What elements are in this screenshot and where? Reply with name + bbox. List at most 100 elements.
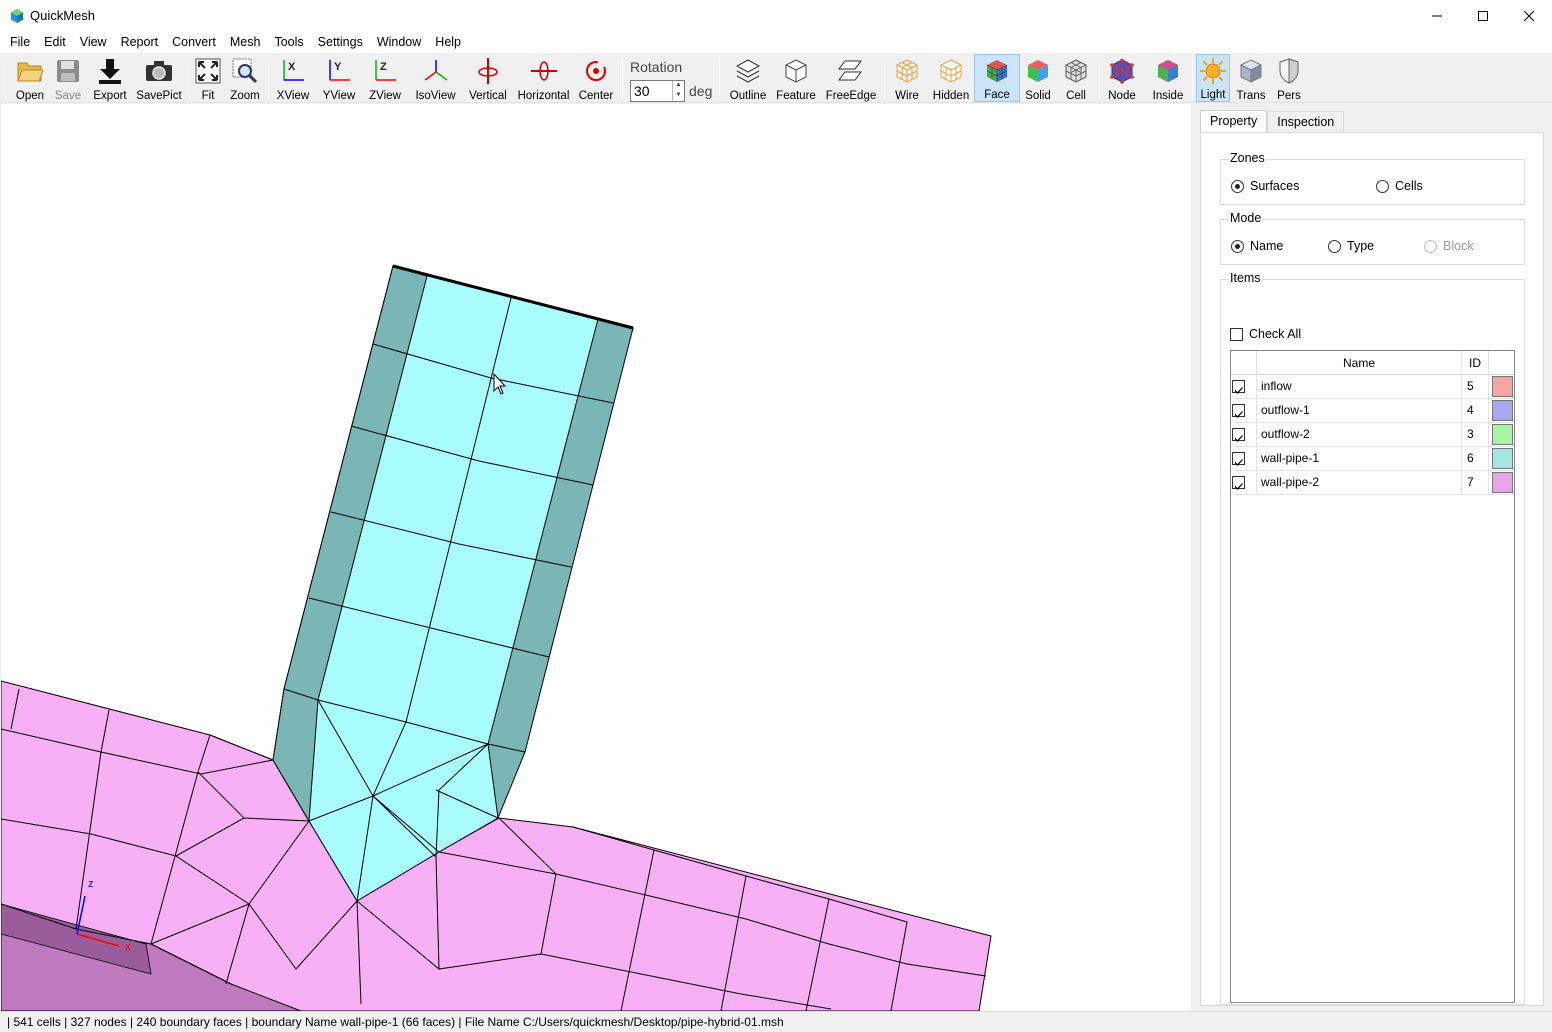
hidden-line-cube-icon — [940, 59, 962, 83]
row-color-swatch[interactable] — [1492, 400, 1513, 421]
yview-button[interactable]: Y YView — [320, 54, 358, 102]
status-bar: | 541 cells | 327 nodes | 240 boundary f… — [0, 1011, 1552, 1032]
check-all-checkbox[interactable]: Check All — [1230, 327, 1301, 341]
toolbar-separator — [1099, 57, 1100, 99]
svg-text:X: X — [288, 61, 296, 73]
table-row[interactable]: wall-pipe-1 6 — [1231, 447, 1514, 471]
hidden-button[interactable]: Hidden — [930, 54, 972, 102]
outline-button[interactable]: Outline — [726, 54, 770, 102]
save-button[interactable]: Save — [51, 54, 85, 102]
rotation-unit: deg — [689, 83, 713, 99]
maximize-button[interactable] — [1460, 0, 1506, 31]
row-name: outflow-1 — [1257, 399, 1462, 422]
toolbar-separator — [719, 57, 720, 99]
items-title: Items — [1229, 271, 1262, 285]
fit-screen-icon — [195, 58, 221, 84]
cell-grid-icon — [1065, 59, 1087, 83]
pers-button[interactable]: Pers — [1272, 54, 1306, 102]
save-label: Save — [54, 90, 82, 102]
vertical-rotate-button[interactable]: Vertical — [466, 54, 510, 102]
minimize-button[interactable] — [1414, 0, 1460, 31]
zones-group: Zones Surfaces Cells — [1220, 151, 1525, 205]
row-checkbox-checked[interactable] — [1232, 404, 1245, 418]
minimize-icon — [1432, 15, 1442, 16]
row-checkbox-checked[interactable] — [1232, 428, 1245, 442]
mode-name-radio[interactable]: Name — [1231, 239, 1283, 253]
table-row[interactable]: outflow-1 4 — [1231, 399, 1514, 423]
close-icon — [1524, 10, 1534, 21]
header-id[interactable]: ID — [1462, 351, 1489, 375]
close-button[interactable] — [1506, 0, 1552, 31]
wire-button[interactable]: Wire — [889, 54, 925, 102]
feature-button[interactable]: Feature — [774, 54, 818, 102]
save-disk-icon — [57, 60, 79, 82]
xview-button[interactable]: X XView — [274, 54, 312, 102]
row-name: wall-pipe-1 — [1257, 447, 1462, 470]
checkmark-icon — [1234, 483, 1243, 490]
spin-down-icon[interactable]: ▼ — [673, 91, 684, 101]
trans-label: Trans — [1236, 90, 1266, 102]
zview-button[interactable]: Z ZView — [366, 54, 404, 102]
row-color-swatch[interactable] — [1492, 376, 1513, 397]
tab-property[interactable]: Property — [1200, 110, 1268, 134]
menu-window[interactable]: Window — [370, 32, 428, 52]
trans-button[interactable]: Trans — [1234, 54, 1268, 102]
face-button[interactable]: Face — [974, 54, 1020, 102]
menu-convert[interactable]: Convert — [165, 32, 223, 52]
row-color-swatch[interactable] — [1492, 424, 1513, 445]
toolbar-separator — [884, 57, 885, 99]
rotation-spinner[interactable]: ▲ ▼ — [672, 81, 684, 101]
surfaces-radio[interactable]: Surfaces — [1231, 179, 1299, 193]
yview-label: YView — [322, 90, 356, 102]
row-color-swatch[interactable] — [1492, 472, 1513, 493]
mode-type-radio[interactable]: Type — [1328, 239, 1374, 253]
menu-edit[interactable]: Edit — [37, 32, 73, 52]
menu-file[interactable]: File — [3, 32, 37, 52]
transparent-cube-icon — [1239, 59, 1263, 83]
fit-label: Fit — [201, 90, 215, 102]
isoview-button[interactable]: IsoView — [413, 54, 458, 102]
menu-mesh[interactable]: Mesh — [223, 32, 268, 52]
tab-inspection[interactable]: Inspection — [1267, 111, 1345, 133]
face-label: Face — [984, 89, 1010, 101]
table-row[interactable]: outflow-2 3 — [1231, 423, 1514, 447]
node-button[interactable]: Node — [1104, 54, 1140, 102]
menu-tools[interactable]: Tools — [267, 32, 310, 52]
rotation-angle-input[interactable]: 30 ▲ ▼ — [630, 80, 685, 102]
items-table-header: Name ID — [1231, 351, 1514, 375]
row-color-swatch[interactable] — [1492, 448, 1513, 469]
mesh-viewport[interactable]: z x — [1, 104, 1191, 1011]
row-checkbox-checked[interactable] — [1232, 476, 1245, 490]
table-row[interactable]: inflow 5 — [1231, 375, 1514, 399]
menu-report[interactable]: Report — [114, 32, 166, 52]
center-button[interactable]: Center — [576, 54, 616, 102]
open-button[interactable]: Open — [12, 54, 48, 102]
toolbar-separator — [268, 57, 269, 99]
fit-button[interactable]: Fit — [194, 54, 222, 102]
savepict-button[interactable]: SavePict — [135, 54, 183, 102]
cell-button[interactable]: Cell — [1060, 54, 1092, 102]
row-id: 7 — [1462, 471, 1489, 494]
header-name[interactable]: Name — [1257, 351, 1462, 375]
menu-settings[interactable]: Settings — [311, 32, 370, 52]
menu-view[interactable]: View — [73, 32, 114, 52]
spin-up-icon[interactable]: ▲ — [673, 81, 684, 91]
horizontal-rotate-button[interactable]: Horizontal — [516, 54, 571, 102]
zones-title: Zones — [1229, 151, 1266, 165]
cells-radio[interactable]: Cells — [1376, 179, 1423, 193]
cells-label: Cells — [1395, 179, 1423, 193]
menu-help[interactable]: Help — [428, 32, 468, 52]
export-button[interactable]: Export — [90, 54, 130, 102]
row-checkbox-checked[interactable] — [1232, 452, 1245, 466]
row-checkbox-checked[interactable] — [1232, 380, 1245, 394]
inside-button[interactable]: Inside — [1148, 54, 1188, 102]
open-label: Open — [15, 90, 45, 102]
solid-button[interactable]: Solid — [1022, 54, 1054, 102]
svg-text:Z: Z — [380, 61, 387, 73]
zoom-button[interactable]: Zoom — [228, 54, 262, 102]
table-row[interactable]: wall-pipe-2 7 — [1231, 471, 1514, 495]
zoom-label: Zoom — [230, 90, 260, 102]
freeedge-button[interactable]: FreeEdge — [824, 54, 878, 102]
light-button[interactable]: Light — [1196, 54, 1230, 102]
outline-layers-icon — [735, 59, 761, 83]
